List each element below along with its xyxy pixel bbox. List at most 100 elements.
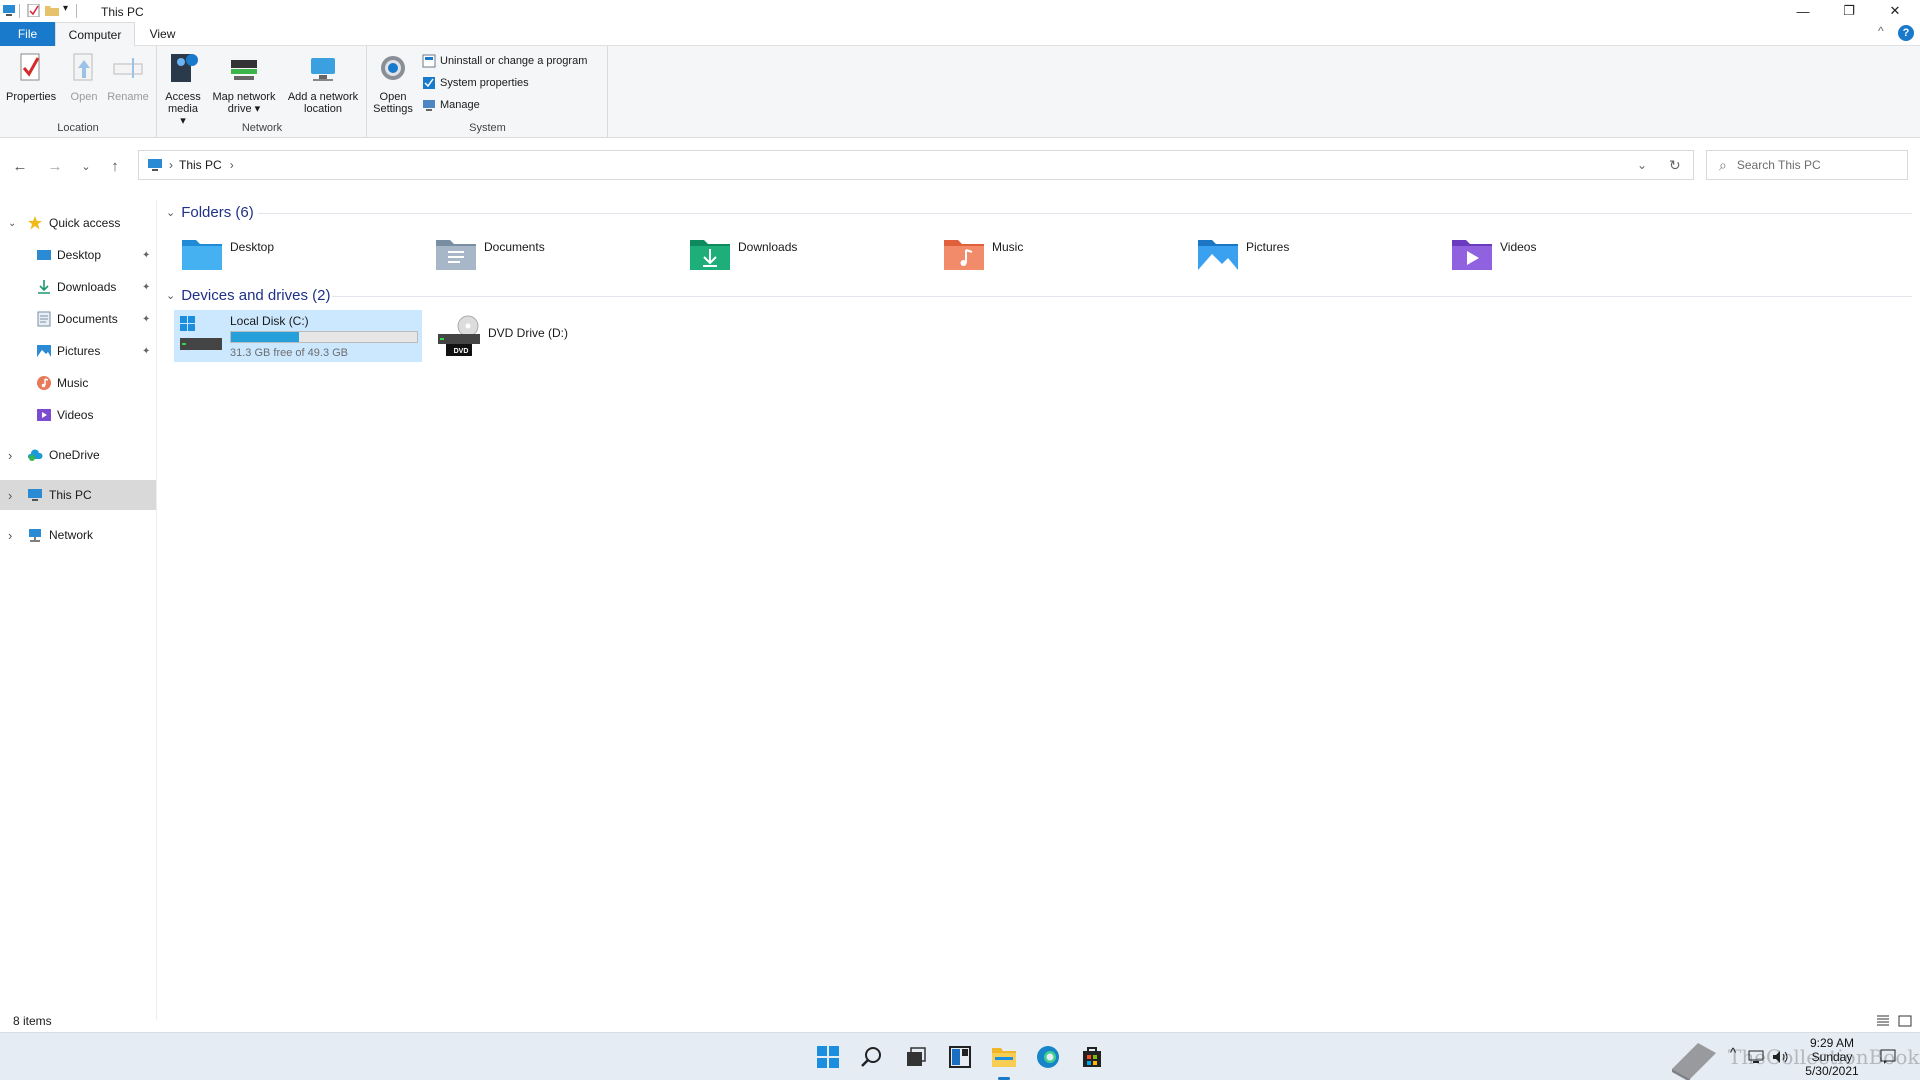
add-network-location-button[interactable]: Add a network location: [282, 52, 364, 115]
folder-videos[interactable]: Videos: [1450, 232, 1690, 276]
sidebar-label-this-pc: This PC: [49, 488, 92, 502]
folder-downloads[interactable]: Downloads: [688, 232, 928, 276]
folder-label: Downloads: [738, 240, 798, 254]
help-icon[interactable]: ?: [1898, 25, 1914, 41]
expand-chevron-icon[interactable]: ›: [8, 448, 12, 463]
folders-group-header[interactable]: ⌄ Folders (6): [166, 204, 254, 221]
expand-chevron-icon[interactable]: ›: [8, 528, 12, 543]
large-icons-view-icon[interactable]: [1898, 1015, 1912, 1027]
map-network-drive-button[interactable]: Map network drive ▾: [208, 52, 280, 115]
add-network-label-2: location: [304, 103, 342, 115]
clock-time: 9:29 AM: [1809, 1036, 1855, 1050]
taskbar-search-button[interactable]: [856, 1041, 888, 1073]
sidebar-label-downloads: Downloads: [57, 280, 117, 294]
sidebar-item-videos[interactable]: Videos: [0, 400, 156, 430]
recent-locations-button[interactable]: ⌄: [76, 156, 96, 176]
sidebar-item-network[interactable]: › Network: [0, 520, 156, 550]
sidebar-label-documents: Documents: [57, 312, 118, 326]
task-view-button[interactable]: [900, 1041, 932, 1073]
address-bar[interactable]: › This PC › ⌄ ↻: [138, 150, 1694, 180]
manage-label: Manage: [440, 99, 480, 111]
map-network-label-2: drive ▾: [227, 103, 261, 115]
network-status-icon[interactable]: [1748, 1050, 1764, 1064]
access-media-button[interactable]: Access media ▾: [164, 52, 202, 127]
this-pc-app-icon: [3, 5, 15, 16]
refresh-icon[interactable]: ↻: [1669, 157, 1681, 174]
collapse-ribbon-icon[interactable]: ^: [1878, 24, 1884, 38]
tab-view[interactable]: View: [140, 22, 185, 46]
pin-icon[interactable]: ✦: [142, 314, 150, 325]
tab-file[interactable]: File: [0, 22, 55, 46]
sidebar-item-documents[interactable]: Documents ✦: [0, 304, 156, 334]
folder-label: Documents: [484, 240, 545, 254]
properties-quick-icon[interactable]: [27, 4, 41, 17]
sidebar-item-music[interactable]: Music: [0, 368, 156, 398]
sidebar-item-quick-access[interactable]: ⌄ Quick access: [0, 208, 156, 238]
collapse-chevron-icon[interactable]: ⌄: [166, 206, 175, 219]
expand-chevron-icon[interactable]: ⌄: [8, 218, 16, 229]
open-button[interactable]: Open: [66, 52, 102, 103]
edge-browser-button[interactable]: [1032, 1041, 1064, 1073]
folder-music[interactable]: Music: [942, 232, 1182, 276]
pin-icon[interactable]: ✦: [142, 282, 150, 293]
address-dropdown-icon[interactable]: ⌄: [1637, 158, 1647, 172]
drive-local-disk-c[interactable]: Local Disk (C:) 31.3 GB free of 49.3 GB: [174, 310, 422, 362]
tab-computer[interactable]: Computer: [55, 22, 135, 47]
rename-button[interactable]: Rename: [106, 52, 150, 103]
collapse-chevron-icon[interactable]: ⌄: [166, 289, 175, 302]
navigation-bar: ← → ⌄ ↑ › This PC › ⌄ ↻ ⌕ Search This PC: [0, 146, 1920, 186]
manage-icon: [423, 100, 435, 111]
pin-icon[interactable]: ✦: [142, 346, 150, 357]
manage-button[interactable]: Manage: [422, 98, 480, 112]
sidebar-item-pictures[interactable]: Pictures ✦: [0, 336, 156, 366]
folder-label: Music: [992, 240, 1024, 254]
forward-button[interactable]: →: [45, 156, 65, 176]
back-button[interactable]: ←: [10, 156, 30, 176]
store-button[interactable]: [1076, 1041, 1108, 1073]
restore-button[interactable]: ❐: [1826, 0, 1872, 22]
properties-button[interactable]: Properties: [6, 52, 56, 103]
sidebar-item-desktop[interactable]: Desktop ✦: [0, 240, 156, 270]
widgets-button[interactable]: [944, 1041, 976, 1073]
pin-icon[interactable]: ✦: [142, 250, 150, 261]
quick-access-toolbar-dropdown[interactable]: ▾: [63, 3, 68, 14]
search-input[interactable]: Search This PC: [1737, 158, 1821, 172]
drives-group-header[interactable]: ⌄ Devices and drives (2): [166, 287, 330, 304]
show-hidden-icons-button[interactable]: ^: [1730, 1045, 1736, 1060]
folder-pictures[interactable]: Pictures: [1196, 232, 1436, 276]
status-bar: 8 items: [0, 1012, 1920, 1032]
drive-dvd-d[interactable]: DVD DVD Drive (D:): [432, 310, 680, 362]
sidebar-item-onedrive[interactable]: › OneDrive: [0, 440, 156, 470]
notifications-icon[interactable]: [1880, 1049, 1896, 1065]
open-settings-button[interactable]: Open Settings: [372, 52, 414, 115]
properties-icon: [20, 53, 40, 81]
minimize-button[interactable]: —: [1780, 0, 1826, 22]
folder-documents[interactable]: Documents: [434, 232, 674, 276]
system-properties-button[interactable]: System properties: [422, 76, 529, 90]
taskbar: TheCollectionBook ^ 9:29 AM Sunday 5/30/…: [0, 1032, 1920, 1080]
sidebar-item-this-pc[interactable]: › This PC: [0, 480, 156, 510]
file-explorer-taskbar-button[interactable]: [988, 1041, 1020, 1080]
start-button[interactable]: [812, 1041, 844, 1073]
breadcrumb-chevron[interactable]: ›: [230, 158, 234, 172]
sidebar-item-downloads[interactable]: Downloads ✦: [0, 272, 156, 302]
volume-icon[interactable]: [1772, 1050, 1790, 1064]
ribbon-group-label-location: Location: [57, 122, 99, 134]
sidebar-label-onedrive: OneDrive: [49, 448, 100, 462]
sidebar-label-network: Network: [49, 528, 94, 542]
up-button[interactable]: ↑: [105, 156, 125, 176]
folder-desktop[interactable]: Desktop: [180, 232, 420, 276]
sidebar-label-music: Music: [57, 376, 89, 390]
new-folder-quick-icon[interactable]: [45, 4, 59, 17]
clock[interactable]: 9:29 AM Sunday 5/30/2021: [1800, 1036, 1864, 1078]
ribbon-group-location: Properties Open Rename Location: [0, 46, 157, 138]
access-media-label-1: Access: [165, 91, 201, 103]
breadcrumb[interactable]: This PC: [179, 158, 222, 172]
uninstall-program-button[interactable]: Uninstall or change a program: [422, 54, 587, 68]
navigation-pane: ⌄ Quick access Desktop ✦ Downloads ✦ Doc…: [0, 200, 157, 1020]
uninstall-label: Uninstall or change a program: [440, 55, 588, 67]
search-box[interactable]: ⌕ Search This PC: [1706, 150, 1908, 180]
details-view-icon[interactable]: [1876, 1015, 1890, 1027]
expand-chevron-icon[interactable]: ›: [8, 488, 12, 503]
close-button[interactable]: ✕: [1872, 0, 1918, 22]
